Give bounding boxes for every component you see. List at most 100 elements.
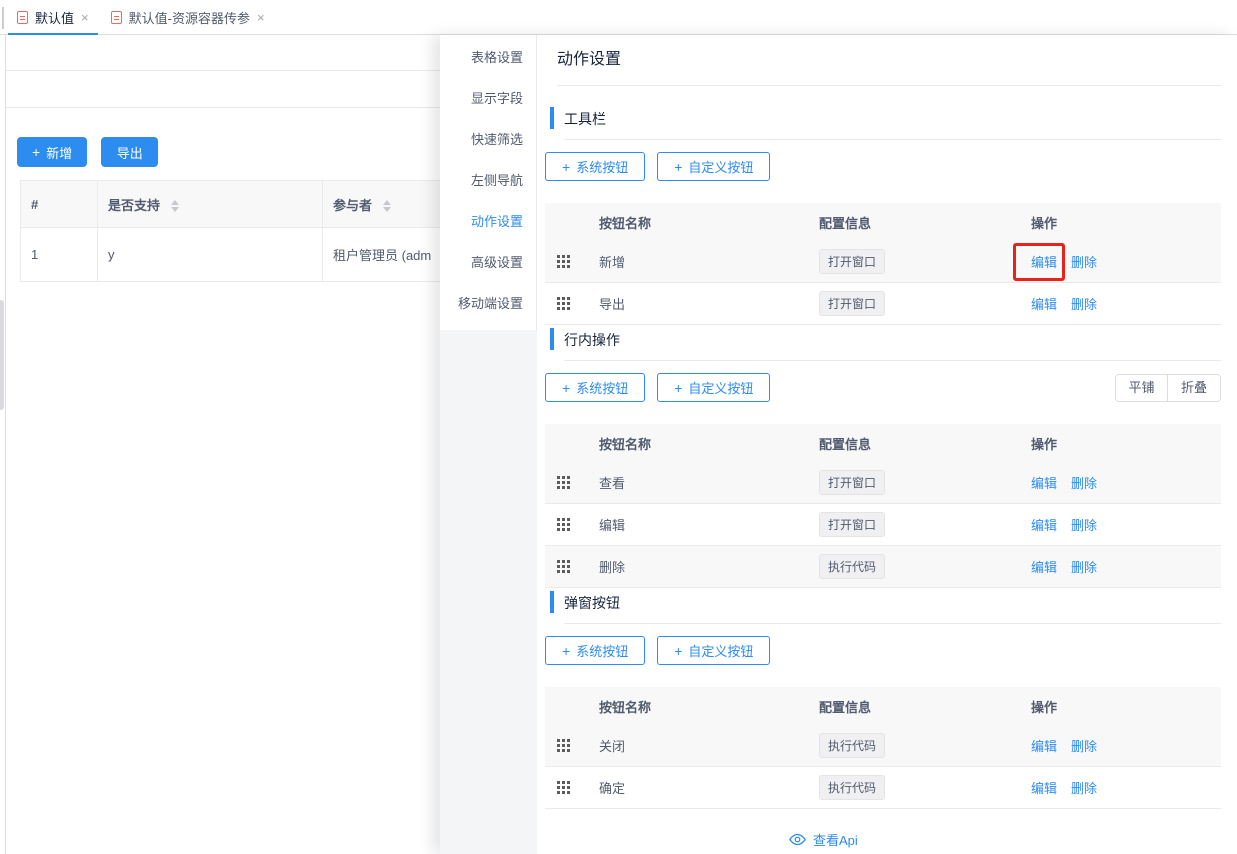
delete-link[interactable]: 删除 <box>1071 294 1097 313</box>
drawer-title: 动作设置 <box>557 45 621 69</box>
button-name: 导出 <box>591 294 811 313</box>
table-row: 删除 执行代码 编辑 删除 <box>545 546 1221 588</box>
nav-item-table-settings[interactable]: 表格设置 <box>440 37 536 78</box>
plus-icon: + <box>674 160 682 174</box>
edit-link[interactable]: 编辑 <box>1031 515 1057 534</box>
tab-bar: 默认值 × 默认值-资源容器传参 × <box>0 0 1237 35</box>
section-title: 工具栏 <box>564 111 606 127</box>
layout-toggle-group: 平铺 折叠 <box>1115 374 1221 402</box>
drag-handle-icon[interactable] <box>557 255 560 258</box>
edit-link[interactable]: 编辑 <box>1031 473 1057 492</box>
add-custom-button[interactable]: + 自定义按钮 <box>657 373 770 402</box>
sort-icon <box>171 200 179 212</box>
add-system-button[interactable]: + 系统按钮 <box>545 373 645 402</box>
table-row: 新增 打开窗口 编辑 删除 <box>545 241 1221 283</box>
table-row: 确定 执行代码 编辑 删除 <box>545 767 1221 809</box>
close-icon[interactable]: × <box>81 11 89 24</box>
tab-label: 默认值-资源容器传参 <box>129 8 250 27</box>
config-tag: 执行代码 <box>819 554 885 579</box>
collapse-toggle-button[interactable]: 折叠 <box>1168 375 1220 401</box>
drag-handle-icon[interactable] <box>557 739 560 742</box>
delete-link[interactable]: 删除 <box>1071 515 1097 534</box>
section-title: 行内操作 <box>564 332 620 348</box>
plus-icon: + <box>562 644 570 658</box>
drag-handle-icon[interactable] <box>557 781 560 784</box>
config-tag: 打开窗口 <box>819 512 885 537</box>
nav-item-quick-filter[interactable]: 快速筛选 <box>440 119 536 160</box>
drag-handle-icon[interactable] <box>557 297 560 300</box>
config-tag: 执行代码 <box>819 733 885 758</box>
edit-link[interactable]: 编辑 <box>1031 294 1057 313</box>
buttons-table: 按钮名称 配置信息 操作 查看 打开窗口 编辑 删除 编辑 打开窗口 <box>545 424 1221 588</box>
close-icon[interactable]: × <box>257 11 265 24</box>
section-toolbar: 工具栏 + 系统按钮 + 自定义按钮 按钮名称 配置信息 操作 <box>545 107 1221 325</box>
add-system-button[interactable]: + 系统按钮 <box>545 152 645 181</box>
page-left-border <box>5 35 6 854</box>
button-name: 编辑 <box>591 515 811 534</box>
table-header-row: 按钮名称 配置信息 操作 <box>545 687 1221 725</box>
button-name: 确定 <box>591 778 811 797</box>
plus-icon: + <box>674 644 682 658</box>
nav-item-action-settings[interactable]: 动作设置 <box>440 201 536 242</box>
edit-link[interactable]: 编辑 <box>1031 557 1057 576</box>
column-header-config: 配置信息 <box>811 213 1023 232</box>
section-title: 弹窗按钮 <box>564 595 620 611</box>
tab-scroll-edge <box>2 7 4 29</box>
delete-link[interactable]: 删除 <box>1071 736 1097 755</box>
nav-item-advanced-settings[interactable]: 高级设置 <box>440 242 536 283</box>
add-system-button[interactable]: + 系统按钮 <box>545 636 645 665</box>
edit-link[interactable]: 编辑 <box>1031 252 1057 271</box>
view-api-link[interactable]: 查看Api <box>789 830 858 849</box>
drawer-content: 动作设置 工具栏 + 系统按钮 + 自定义按钮 按钮 <box>537 35 1237 854</box>
drawer-nav-list: 表格设置 显示字段 快速筛选 左侧导航 动作设置 高级设置 移动端设置 <box>440 35 537 330</box>
column-header-support[interactable]: 是否支持 <box>98 181 323 228</box>
button-name: 关闭 <box>591 736 811 755</box>
sort-icon <box>383 200 391 212</box>
column-header-name: 按钮名称 <box>591 213 811 232</box>
drag-handle-icon[interactable] <box>557 518 560 521</box>
delete-link[interactable]: 删除 <box>1071 778 1097 797</box>
table-row: 关闭 执行代码 编辑 删除 <box>545 725 1221 767</box>
nav-item-left-navigation[interactable]: 左侧导航 <box>440 160 536 201</box>
delete-link[interactable]: 删除 <box>1071 557 1097 576</box>
table-header-row: 按钮名称 配置信息 操作 <box>545 424 1221 462</box>
tab-default-value[interactable]: 默认值 × <box>6 0 100 34</box>
delete-link[interactable]: 删除 <box>1071 252 1097 271</box>
document-icon <box>17 11 28 24</box>
drag-handle-icon[interactable] <box>557 560 560 563</box>
section-inline-actions: 行内操作 + 系统按钮 + 自定义按钮 平铺 折叠 按钮 <box>545 328 1221 588</box>
settings-drawer: 表格设置 显示字段 快速筛选 左侧导航 动作设置 高级设置 移动端设置 动作设置… <box>440 35 1237 854</box>
button-name: 查看 <box>591 473 811 492</box>
column-header-name: 按钮名称 <box>591 434 811 453</box>
tab-default-value-resource-container[interactable]: 默认值-资源容器传参 × <box>100 0 276 34</box>
config-tag: 打开窗口 <box>819 291 885 316</box>
collapsed-panel-handle[interactable] <box>0 300 4 410</box>
export-button[interactable]: 导出 <box>101 137 158 167</box>
drag-handle-icon[interactable] <box>557 476 560 479</box>
delete-link[interactable]: 删除 <box>1071 473 1097 492</box>
add-custom-button[interactable]: + 自定义按钮 <box>657 152 770 181</box>
buttons-table: 按钮名称 配置信息 操作 新增 打开窗口 编辑 删除 导出 <box>545 203 1221 325</box>
section-accent-bar <box>550 328 554 350</box>
add-button[interactable]: + 新增 <box>17 137 87 167</box>
table-header-row: 按钮名称 配置信息 操作 <box>545 203 1221 241</box>
nav-item-display-fields[interactable]: 显示字段 <box>440 78 536 119</box>
button-name: 新增 <box>591 252 811 271</box>
edit-link[interactable]: 编辑 <box>1031 778 1057 797</box>
tab-label: 默认值 <box>35 8 74 27</box>
eye-icon <box>789 833 806 846</box>
table-row: 查看 打开窗口 编辑 删除 <box>545 462 1221 504</box>
plus-icon: + <box>674 381 682 395</box>
tile-toggle-button[interactable]: 平铺 <box>1116 375 1168 401</box>
button-name: 删除 <box>591 557 811 576</box>
drawer-nav: 表格设置 显示字段 快速筛选 左侧导航 动作设置 高级设置 移动端设置 <box>440 35 537 854</box>
section-accent-bar <box>550 591 554 613</box>
plus-icon: + <box>32 145 40 159</box>
column-header-ops: 操作 <box>1023 434 1221 453</box>
edit-link[interactable]: 编辑 <box>1031 736 1057 755</box>
column-header-name: 按钮名称 <box>591 697 811 716</box>
table-row: 编辑 打开窗口 编辑 删除 <box>545 504 1221 546</box>
nav-item-mobile-settings[interactable]: 移动端设置 <box>440 283 536 324</box>
add-custom-button[interactable]: + 自定义按钮 <box>657 636 770 665</box>
plus-icon: + <box>562 160 570 174</box>
